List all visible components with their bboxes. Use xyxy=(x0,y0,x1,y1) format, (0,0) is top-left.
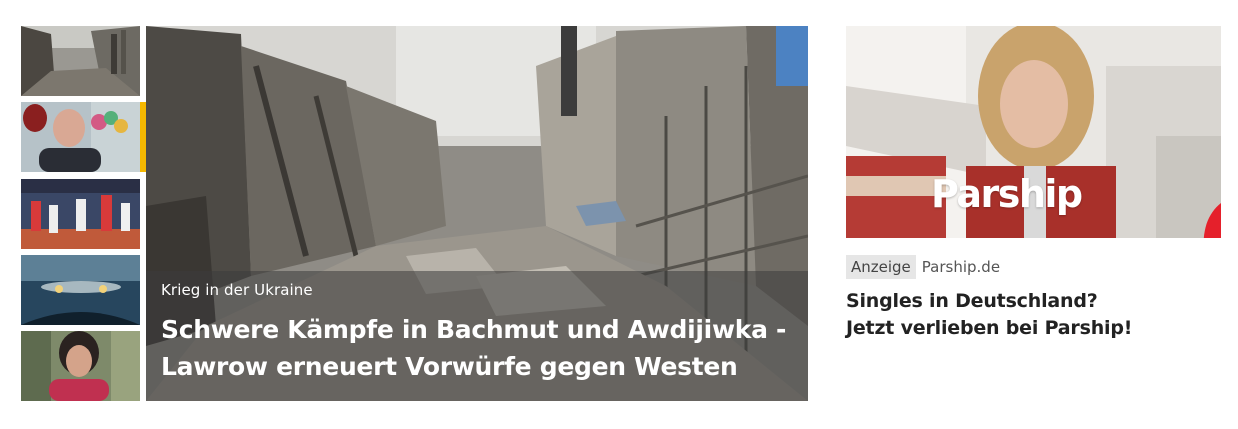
hero-kicker: Krieg in der Ukraine xyxy=(161,281,313,299)
thumbnail-2[interactable] xyxy=(21,102,140,172)
ad-domain: Parship.de xyxy=(921,258,1001,276)
ad-title[interactable]: Singles in Deutschland? Jetzt verlieben … xyxy=(846,288,1221,342)
heart-icon xyxy=(1203,203,1221,238)
ad-image: Parship xyxy=(846,26,1221,238)
hero-headline[interactable]: Schwere Kämpfe in Bachmut und Awdijiwka … xyxy=(161,311,801,385)
hero-article[interactable]: Krieg in der Ukraine Schwere Kämpfe in B… xyxy=(146,26,808,401)
ad-brand-logo: Parship xyxy=(931,172,1083,216)
car-windshield-thumbnail xyxy=(21,255,140,325)
thumbnail-strip xyxy=(21,26,140,401)
woman-portrait-thumbnail xyxy=(21,331,140,401)
thumbnail-4[interactable] xyxy=(21,255,140,325)
ad-meta: Anzeige Parship.de xyxy=(846,255,1000,279)
man-portrait-thumbnail xyxy=(21,102,140,172)
ad-teaser[interactable]: Parship Anzeige Parship.de Singles in De… xyxy=(846,26,1221,356)
ad-title-line-1: Singles in Deutschland? xyxy=(846,290,1098,312)
ad-label-badge: Anzeige xyxy=(846,255,916,279)
thumbnail-1[interactable] xyxy=(21,26,140,96)
thumbnail-5[interactable] xyxy=(21,331,140,401)
destroyed-street-thumbnail xyxy=(21,26,140,96)
handball-game-thumbnail xyxy=(21,179,140,249)
ad-title-line-2: Jetzt verlieben bei Parship! xyxy=(846,317,1133,339)
thumbnail-3[interactable] xyxy=(21,179,140,249)
